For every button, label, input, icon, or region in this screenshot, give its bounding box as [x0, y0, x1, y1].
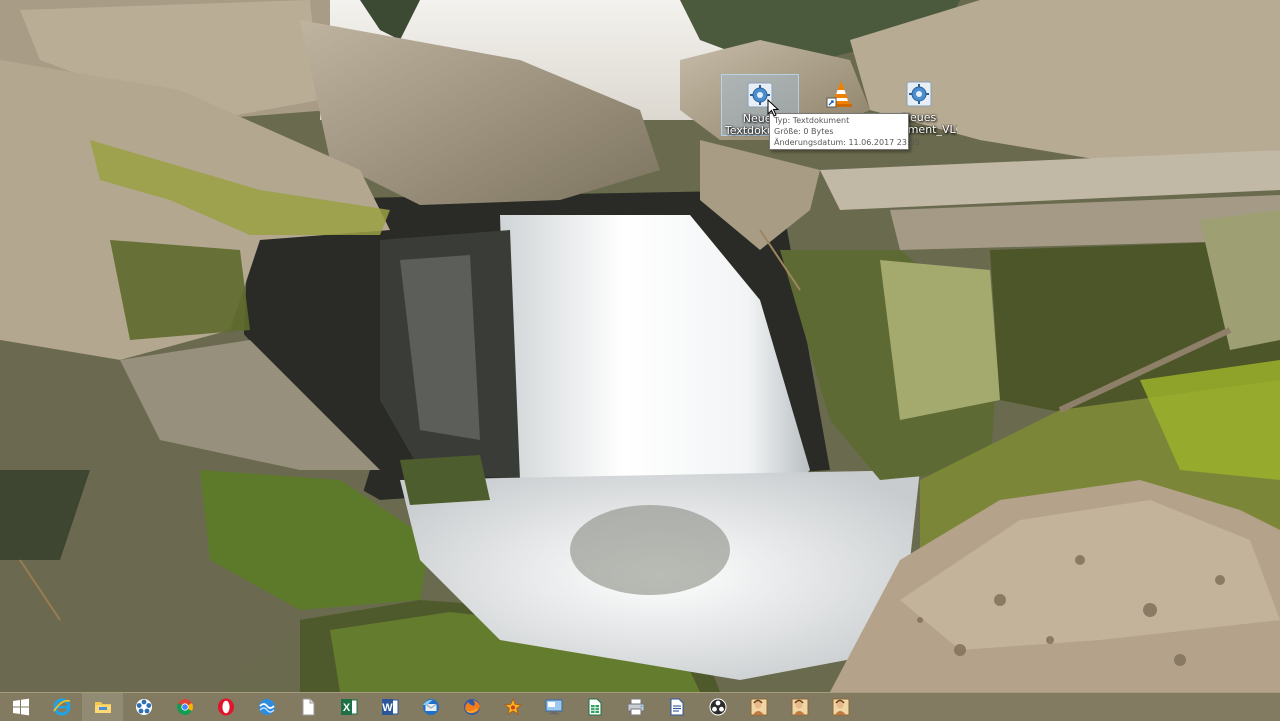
settings-document-icon: [906, 81, 932, 107]
obs-icon: [709, 698, 726, 716]
internet-explorer-icon: [52, 698, 70, 716]
taskbar-excel[interactable]: X: [328, 693, 369, 721]
taskbar-opera[interactable]: [205, 693, 246, 721]
taskbar-file-explorer[interactable]: [82, 693, 123, 721]
flower-icon: [135, 699, 152, 715]
taskbar-obs[interactable]: [697, 693, 738, 721]
vlc-cone-shortcut-icon: [826, 81, 852, 108]
chrome-icon: [176, 699, 193, 715]
folder-icon: [94, 702, 111, 713]
taskbar-app-blue-circle[interactable]: [123, 693, 164, 721]
taskbar-image-app-2[interactable]: [779, 693, 820, 721]
taskbar-thunderbird[interactable]: [410, 693, 451, 721]
windows-logo-icon: [12, 698, 29, 716]
word-icon: W: [381, 699, 398, 715]
file-info-tooltip: Typ: Textdokument Größe: 0 Bytes Änderun…: [769, 113, 920, 150]
taskbar-firefox[interactable]: [451, 693, 492, 721]
taskbar-app-blue-wave[interactable]: [246, 693, 287, 721]
opera-icon: [217, 698, 234, 716]
start-button[interactable]: [0, 693, 41, 721]
tooltip-type: Typ: Textdokument: [774, 116, 850, 125]
taskbar-text-document[interactable]: [656, 693, 697, 721]
mouse-cursor-icon: [767, 99, 779, 117]
wave-icon: [258, 699, 275, 715]
printer-icon: [627, 698, 644, 716]
taskbar-image-app-3[interactable]: [820, 693, 861, 721]
tooltip-size: Größe: 0 Bytes: [774, 127, 834, 136]
firefox-icon: [463, 699, 480, 715]
spreadsheet-icon: [588, 698, 601, 716]
monitor-icon: [545, 699, 562, 715]
text-document-icon: [670, 698, 683, 716]
picture-icon: [791, 698, 808, 716]
excel-icon: X: [340, 699, 357, 715]
tooltip-modified: Änderungsdatum: 11.06.2017 23:05: [774, 138, 920, 147]
star-icon: [503, 697, 522, 715]
excel-badge-text: X: [342, 702, 350, 714]
picture-icon: [750, 698, 767, 716]
taskbar-image-app-1[interactable]: [738, 693, 779, 721]
picture-icon: [832, 698, 849, 716]
taskbar-blank-document[interactable]: [287, 693, 328, 721]
document-icon: [302, 698, 314, 716]
taskbar-word[interactable]: W: [369, 693, 410, 721]
taskbar-favorites-star[interactable]: [492, 693, 533, 721]
taskbar-printer[interactable]: [615, 693, 656, 721]
taskbar: X W: [0, 692, 1280, 721]
taskbar-remote-desktop[interactable]: [533, 693, 574, 721]
taskbar-spreadsheet-document[interactable]: [574, 693, 615, 721]
taskbar-internet-explorer[interactable]: [41, 693, 82, 721]
thunderbird-icon: [422, 699, 439, 715]
desktop-wallpaper: [0, 0, 1280, 692]
word-badge-text: W: [382, 702, 393, 714]
taskbar-chrome[interactable]: [164, 693, 205, 721]
